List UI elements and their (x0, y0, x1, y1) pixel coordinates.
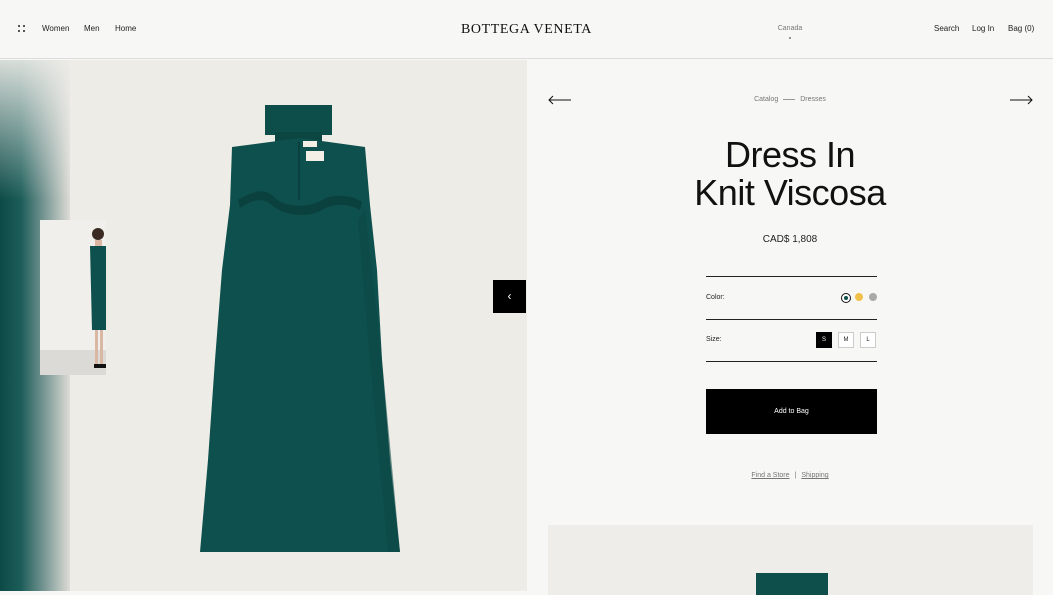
breadcrumb-catalog[interactable]: Catalog (754, 96, 778, 103)
store-links: Find a Store | Shipping (751, 472, 829, 479)
search-link[interactable]: Search (934, 24, 959, 33)
region-indicator-dot (789, 37, 791, 39)
divider (706, 361, 877, 362)
product-detail-panel: Catalog Dresses Dress In Knit Viscosa CAD… (527, 60, 1053, 595)
login-link[interactable]: Log In (972, 24, 994, 33)
carousel-prev-button[interactable]: ‹ (493, 280, 526, 313)
main-product-image (70, 60, 527, 591)
add-to-bag-button[interactable]: Add to Bag (706, 389, 877, 434)
find-store-link[interactable]: Find a Store (751, 472, 789, 479)
product-gallery: ‹ › (0, 60, 527, 591)
breadcrumb-current[interactable]: Dresses (800, 96, 826, 103)
size-option-s[interactable]: S (816, 332, 832, 348)
brand-logo[interactable]: BOTTEGA VENETA (0, 22, 1053, 38)
color-label: Color: (706, 294, 725, 301)
arrow-right-icon[interactable] (1009, 91, 1033, 109)
region-selector[interactable]: Canada (740, 25, 840, 32)
breadcrumb: Catalog Dresses (527, 96, 1053, 103)
secondary-product-image (548, 525, 1033, 595)
chevron-left-icon: ‹ (507, 289, 512, 303)
size-option-m[interactable]: M (838, 332, 854, 348)
product-title: Dress In Knit Viscosa (694, 134, 886, 213)
color-swatch-yellow[interactable] (855, 293, 863, 301)
size-label: Size: (706, 336, 722, 343)
divider (706, 319, 877, 320)
preview-dress-shape (756, 573, 828, 595)
site-header: Women Men Home BOTTEGA VENETA Canada Sea… (0, 0, 1053, 59)
product-price: CAD$ 1,808 (762, 234, 818, 245)
divider (706, 276, 877, 277)
color-swatch-grey[interactable] (869, 293, 877, 301)
color-swatch-green[interactable] (841, 293, 851, 303)
shipping-link[interactable]: Shipping (801, 472, 828, 479)
size-option-l[interactable]: L (860, 332, 876, 348)
dress-illustration (200, 105, 400, 552)
bag-link[interactable]: Bag (0) (1008, 24, 1034, 33)
thumbnail-image[interactable] (40, 220, 106, 375)
